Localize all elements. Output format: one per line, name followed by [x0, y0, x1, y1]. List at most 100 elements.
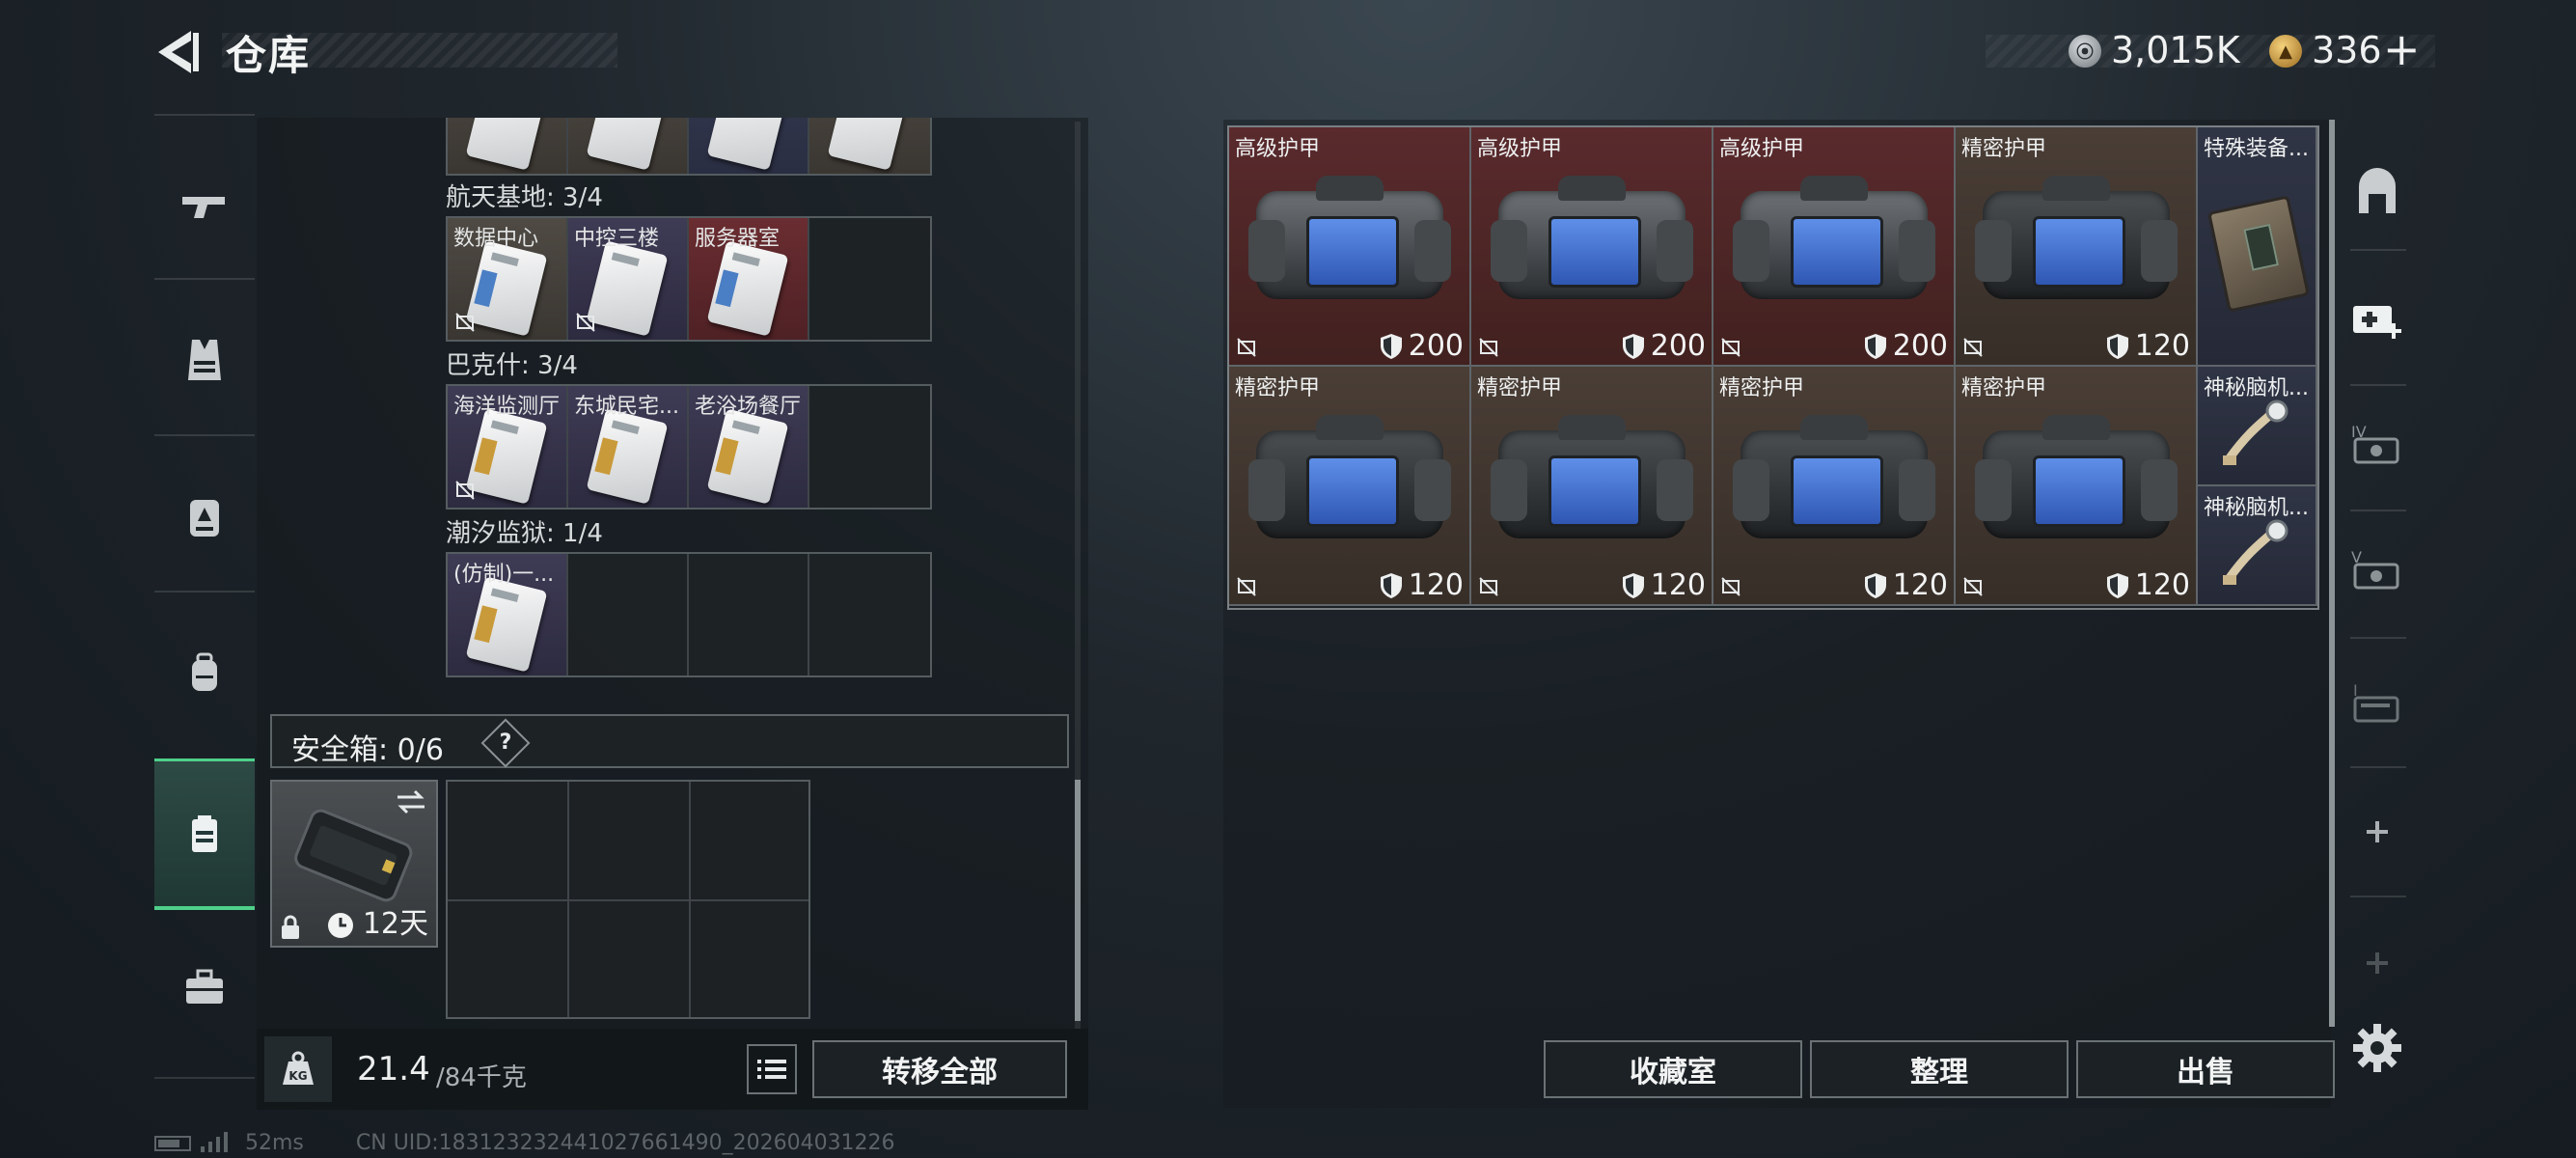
gun-icon — [182, 197, 225, 218]
storage-scrollbar[interactable] — [1075, 122, 1081, 1029]
keycard-name: 东城民宅... — [574, 395, 679, 419]
durability-shield-icon — [1380, 572, 1402, 598]
collection-room-button[interactable]: 收藏室 — [1544, 1040, 1802, 1098]
storage-list[interactable]: 航天基地: 3/4 数据中心 中控三楼 服务器室 巴克什: 3/4 海洋监测厅 — [257, 118, 1069, 1025]
item-name: 神秘脑机... — [2204, 376, 2309, 400]
empty-slot[interactable] — [568, 554, 689, 676]
keycard-slot[interactable] — [689, 118, 809, 174]
keycard-slot[interactable]: (仿制)一... — [448, 554, 568, 676]
durability-shield-icon — [1380, 333, 1402, 359]
no-trade-icon — [1721, 577, 1740, 596]
nav-safe-container[interactable] — [154, 758, 255, 910]
item-durability: 120 — [1864, 568, 1948, 602]
empty-slot[interactable] — [809, 386, 930, 508]
empty-slot[interactable] — [809, 218, 930, 340]
gold-coin-icon: ▲ — [2269, 35, 2302, 68]
item-durability: 120 — [2106, 329, 2190, 363]
item-durability: 200 — [1380, 329, 1464, 363]
nav-crate-iv[interactable]: IV — [2339, 396, 2416, 492]
inventory-item[interactable]: 精密护甲 120 — [1956, 367, 2198, 606]
add-slot-disabled — [2339, 915, 2416, 1011]
keycard-name: 海洋监测厅 — [453, 395, 561, 419]
nav-backpack-armor[interactable] — [154, 444, 255, 589]
safe-box-item[interactable]: 12天 — [270, 780, 438, 948]
add-slot-button[interactable] — [2339, 784, 2416, 880]
medkit-add-icon — [2353, 306, 2401, 339]
no-trade-icon — [576, 313, 595, 332]
safe-box-grid[interactable] — [446, 780, 810, 1019]
ping: 52ms — [245, 1130, 304, 1155]
help-button[interactable]: ? — [480, 718, 531, 768]
inventory-item[interactable]: 高级护甲 200 — [1713, 127, 1956, 367]
no-trade-icon — [1237, 577, 1256, 596]
nav-medkit[interactable] — [2339, 270, 2416, 367]
item-name: 高级护甲 — [1477, 137, 1563, 161]
nav-armor-rack[interactable] — [2339, 145, 2416, 241]
equipment-case-image — [2206, 195, 2311, 313]
uid: CN UID:18312323244102766149​0_2026040312… — [355, 1130, 895, 1155]
no-trade-icon — [1237, 338, 1256, 357]
inventory-item[interactable]: 神秘脑机... — [2198, 486, 2317, 606]
sort-button[interactable]: 整理 — [1810, 1040, 2069, 1098]
no-trade-icon — [1721, 338, 1740, 357]
side-tool-nav: IV V I — [2339, 125, 2416, 1072]
item-name: 精密护甲 — [1719, 376, 1805, 400]
brain-implant-image — [2223, 519, 2288, 585]
keycard-slot[interactable] — [568, 118, 689, 174]
silver-coin-icon: ⦿ — [2069, 35, 2101, 68]
nav-crate-i[interactable]: I — [2339, 654, 2416, 751]
inventory-item[interactable]: 精密护甲 120 — [1713, 367, 1956, 606]
inventory-item[interactable]: 精密护甲 120 — [1471, 367, 1713, 606]
keycard-slot[interactable]: 服务器室 — [689, 218, 809, 340]
nav-toolbox[interactable] — [154, 915, 255, 1060]
inventory-item[interactable]: 精密护甲 120 — [1956, 127, 2198, 367]
nav-vest[interactable] — [154, 288, 255, 432]
container-icon — [192, 815, 217, 852]
keycard-slot[interactable] — [809, 118, 930, 174]
empty-slot[interactable] — [689, 554, 809, 676]
inventory-actions: 收藏室 整理 出售 — [1223, 1040, 2335, 1108]
nav-crate-v[interactable]: V — [2339, 521, 2416, 618]
keycard-slot[interactable] — [448, 118, 568, 174]
inventory-item[interactable]: 神秘脑机... — [2198, 367, 2317, 486]
armor-vest-image — [1491, 176, 1693, 301]
inventory-item[interactable]: 精密护甲 120 — [1229, 367, 1471, 606]
inventory-item[interactable]: 高级护甲 200 — [1229, 127, 1471, 367]
durability-shield-icon — [2106, 333, 2128, 359]
transfer-all-button[interactable]: 转移全部 — [812, 1040, 1067, 1098]
keycard-slot[interactable]: 老浴场餐厅 — [689, 386, 809, 508]
settings-button[interactable] — [2339, 1000, 2416, 1096]
keycard-name: 数据中心 — [453, 227, 539, 251]
inventory-panel: 高级护甲 200 高级护甲 200 高级护甲 200 精密护甲 120 特殊装备... 精密护甲 1… — [1223, 120, 2335, 1108]
weight-max: /84千克 — [436, 1063, 527, 1092]
item-durability: 120 — [1380, 568, 1464, 602]
keycard-slot[interactable]: 中控三楼 — [568, 218, 689, 340]
empty-slot[interactable] — [809, 554, 930, 676]
keycard-name: (仿制)一... — [453, 563, 555, 587]
vest-icon — [188, 340, 221, 380]
keycard-slot[interactable]: 海洋监测厅 — [448, 386, 568, 508]
no-trade-icon — [455, 481, 475, 500]
inventory-item[interactable]: 特殊装备... — [2198, 127, 2317, 367]
inventory-grid: 高级护甲 200 高级护甲 200 高级护甲 200 精密护甲 120 特殊装备... 精密护甲 1… — [1227, 125, 2319, 610]
back-arrow-icon — [158, 31, 199, 73]
swap-icon[interactable] — [394, 787, 428, 816]
storage-footer: KG 21.4 /84千克 转移全部 — [257, 1029, 1088, 1110]
page-title: 仓库 — [226, 32, 312, 79]
armor-vest-image — [1248, 415, 1451, 540]
nav-weapons[interactable] — [154, 133, 255, 278]
storage-panel: 航天基地: 3/4 数据中心 中控三楼 服务器室 巴克什: 3/4 海洋监测厅 — [257, 118, 1088, 1110]
keycard-slot[interactable]: 数据中心 — [448, 218, 568, 340]
inventory-scrollbar[interactable] — [2329, 120, 2335, 1027]
crate-v-icon: V — [2351, 548, 2399, 590]
keycard-slot[interactable]: 东城民宅... — [568, 386, 689, 508]
nav-backpack[interactable] — [154, 600, 255, 745]
list-view-button[interactable] — [747, 1044, 797, 1094]
sell-button[interactable]: 出售 — [2076, 1040, 2335, 1098]
lock-icon — [282, 915, 299, 939]
inventory-item[interactable]: 高级护甲 200 — [1471, 127, 1713, 367]
add-currency-button[interactable]: + — [2383, 23, 2421, 75]
back-button[interactable] — [152, 25, 203, 79]
durability-shield-icon — [1622, 572, 1644, 598]
weight-icon: KG — [264, 1036, 332, 1102]
